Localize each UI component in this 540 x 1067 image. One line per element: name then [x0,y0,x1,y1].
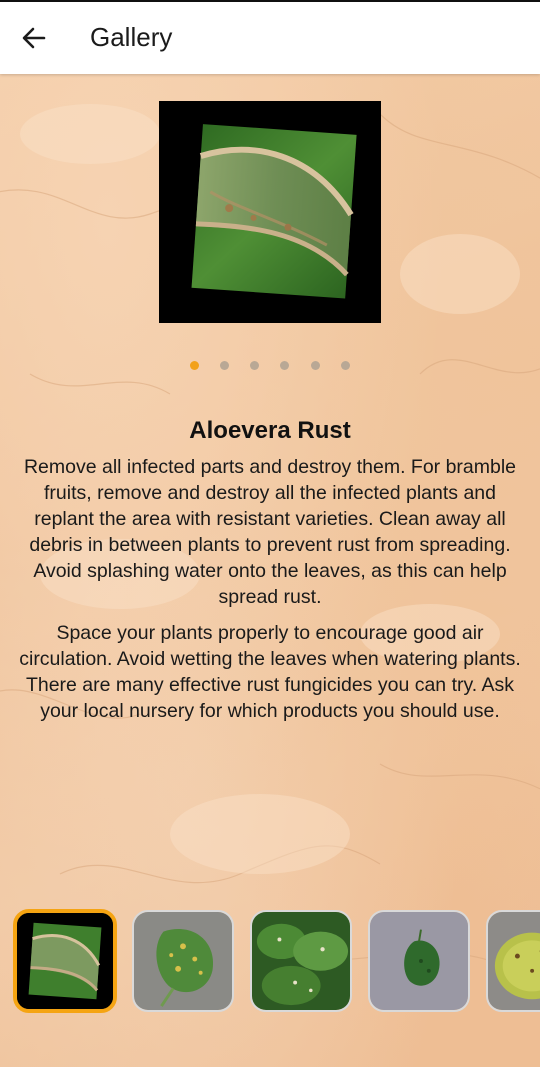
back-button[interactable] [16,20,52,56]
gallery-content: Aloevera Rust Remove all infected parts … [0,74,540,1067]
leaf-rust-image [191,124,357,299]
page-dot-2[interactable] [220,361,229,370]
thumbnail-image [17,913,113,1009]
thumbnail-strip [0,906,540,1016]
treatment-paragraph-2: Space your plants properly to encourage … [19,622,521,722]
arrow-left-icon [22,27,46,49]
page-dot-3[interactable] [250,361,259,370]
thumbnail-2[interactable] [132,910,234,1012]
thumbnail-4[interactable] [368,910,470,1012]
page-dot-6[interactable] [341,361,350,370]
thumbnail-1[interactable] [13,909,117,1013]
page-dot-1[interactable] [190,361,199,370]
thumbnail-5[interactable] [486,910,540,1012]
treatment-paragraph-1: Remove all infected parts and destroy th… [23,456,517,608]
page-dot-4[interactable] [280,361,289,370]
thumbnail-image [134,912,232,1010]
thumbnail-image [370,912,468,1010]
carousel-indicator [0,361,540,373]
page-dot-5[interactable] [311,361,320,370]
thumbnail-image [252,912,350,1010]
thumbnail-image [488,912,540,1010]
page-title: Gallery [90,22,173,52]
disease-photo[interactable] [159,101,381,323]
thumbnail-3[interactable] [250,910,352,1012]
disease-name: Aloevera Rust [189,417,351,444]
app-bar: Gallery [0,2,540,74]
